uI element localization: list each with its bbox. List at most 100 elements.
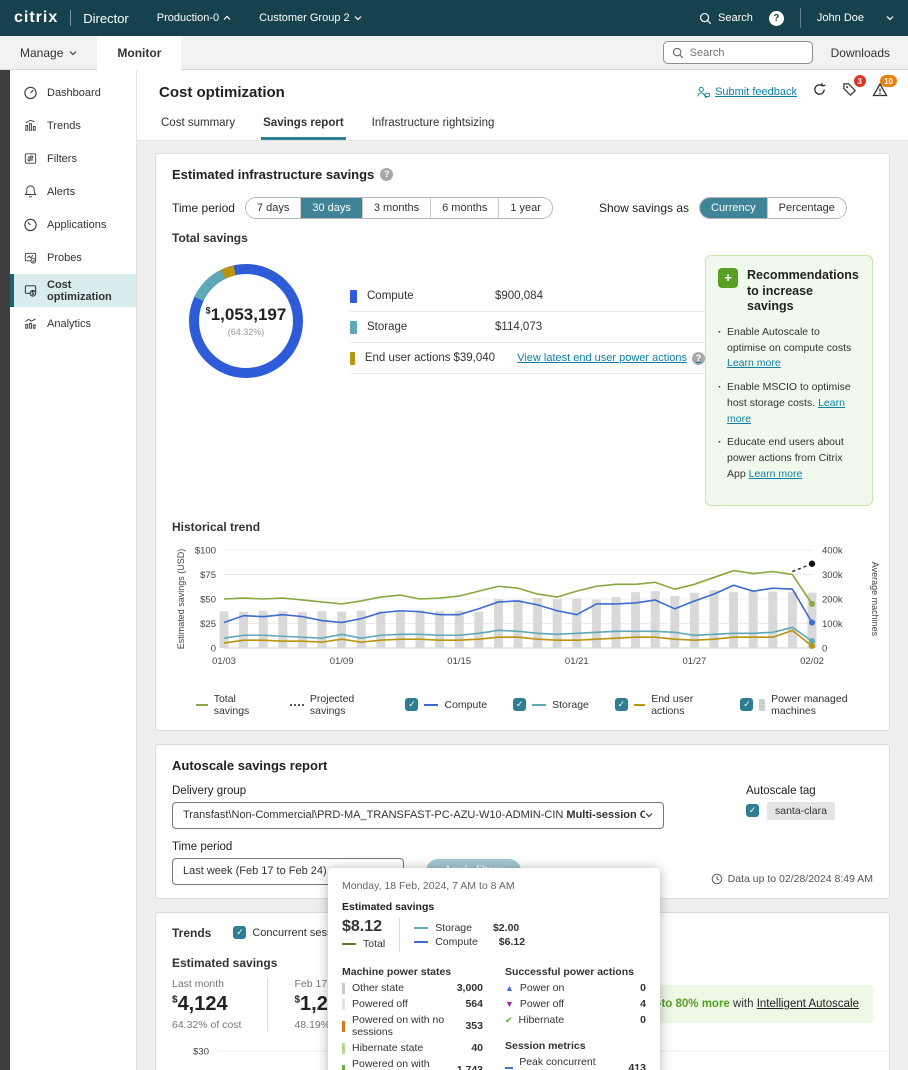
divider — [800, 8, 801, 28]
legend-row-storage: Storage $114,073 — [350, 312, 705, 343]
tags-button[interactable]: 3 — [842, 82, 857, 102]
tab-cost-summary[interactable]: Cost summary — [159, 113, 237, 140]
tooltip-machine-power-states: Machine power states Other state3,000 Po… — [342, 964, 483, 1070]
chevron-up-icon — [223, 14, 231, 22]
sidebar-item-cost-optimization[interactable]: $ Cost optimization — [10, 274, 136, 307]
delivery-group-select[interactable]: Transfast\Non-Commercial\PRD-MA_TRANSFAS… — [172, 802, 664, 829]
trends-label: Trends — [172, 926, 211, 940]
search-input[interactable] — [690, 47, 790, 59]
chart-tooltip: Monday, 18 Feb, 2024, 7 AM to 8 AM Estim… — [328, 868, 660, 1070]
cost-optimization-icon: $ — [23, 283, 38, 298]
mode-currency[interactable]: Currency — [700, 198, 768, 218]
savings-mode-segmented: Currency Percentage — [699, 197, 847, 219]
chevron-down-icon — [645, 811, 653, 819]
tag-checkbox[interactable]: ✓ — [746, 804, 759, 817]
customer-group-selector[interactable]: Customer Group 2 — [259, 12, 361, 24]
refresh-button[interactable] — [812, 82, 827, 102]
checkbox-checked-icon: ✓ — [740, 698, 753, 711]
sidebar-item-alerts[interactable]: Alerts — [10, 175, 136, 208]
svg-text:$75: $75 — [200, 570, 216, 581]
period-6-months[interactable]: 6 months — [431, 198, 499, 218]
period-1-year[interactable]: 1 year — [499, 198, 552, 218]
period-7-days[interactable]: 7 days — [246, 198, 301, 218]
svg-text:01/27: 01/27 — [683, 656, 707, 667]
user-menu[interactable]: John Doe — [817, 12, 894, 24]
environment-label: Production-0 — [157, 12, 219, 24]
infra-card-title: Estimated infrastructure savings — [172, 167, 374, 182]
trends-icon — [23, 118, 38, 133]
user-name: John Doe — [817, 12, 864, 24]
search-icon — [699, 12, 712, 25]
intelligent-autoscale-link[interactable]: Intelligent Autoscale — [757, 998, 859, 1010]
global-search-button[interactable]: Search — [699, 12, 753, 25]
svg-text:0: 0 — [822, 643, 827, 654]
tag-chip[interactable]: santa-clara — [767, 802, 835, 820]
time-period-label: Time period — [172, 841, 873, 853]
submit-feedback-link[interactable]: Submit feedback — [696, 86, 797, 99]
sidebar-item-trends[interactable]: Trends — [10, 109, 136, 142]
recommendation-item: Educate end users about power actions fr… — [718, 435, 860, 482]
recommendation-icon: + — [718, 268, 738, 288]
donut-value: 1,053,197 — [211, 305, 287, 324]
time-period-segmented: 7 days 30 days 3 months 6 months 1 year — [245, 197, 553, 219]
legend-compute-checkbox[interactable]: ✓Compute — [405, 698, 487, 711]
total-savings-donut[interactable]: $1,053,197 (64.32%) — [180, 255, 312, 387]
checkbox-checked-icon: ✓ — [615, 698, 628, 711]
secondary-header: Manage Monitor Downloads — [0, 36, 908, 70]
search-icon — [672, 47, 684, 59]
search-label: Search — [718, 12, 753, 24]
recommendation-item: Enable Autoscale to optimise on compute … — [718, 325, 860, 372]
tooltip-date: Monday, 18 Feb, 2024, 7 AM to 8 AM — [342, 880, 646, 892]
period-30-days[interactable]: 30 days — [301, 198, 363, 218]
tab-infrastructure-rightsizing[interactable]: Infrastructure rightsizing — [370, 113, 497, 140]
learn-more-link[interactable]: Learn more — [749, 468, 803, 480]
legend-power-managed-checkbox[interactable]: ✓Power managed machines — [740, 693, 873, 717]
legend-row-end-user-actions: End user actions $39,040 View latest end… — [350, 343, 705, 374]
legend-end-user-checkbox[interactable]: ✓End user actions — [615, 693, 714, 717]
sidebar: Dashboard Trends Filters Alerts Applicat… — [10, 70, 137, 1070]
svg-text:100k: 100k — [822, 619, 843, 630]
info-icon[interactable]: ? — [692, 352, 705, 365]
monitor-label: Monitor — [117, 46, 161, 60]
refresh-icon — [812, 82, 827, 97]
svg-text:$30: $30 — [193, 1046, 209, 1057]
page-tabs: Cost summary Savings report Infrastructu… — [159, 113, 888, 140]
tooltip-session-metrics-title: Session metrics — [505, 1040, 646, 1052]
citrix-logo: citrix — [14, 9, 58, 27]
downloads-link[interactable]: Downloads — [831, 46, 890, 60]
environment-selector[interactable]: Production-0 — [157, 12, 231, 24]
alerts-button[interactable]: 10 — [872, 82, 888, 102]
legend-row-compute: Compute $900,084 — [350, 281, 705, 312]
tooltip-savings-title: Estimated savings — [342, 901, 646, 913]
compute-swatch — [350, 290, 357, 303]
view-power-actions-link[interactable]: View latest end user power actions ? — [517, 352, 705, 365]
feedback-icon — [696, 86, 710, 99]
svg-text:$: $ — [31, 291, 34, 297]
customer-group-label: Customer Group 2 — [259, 12, 349, 24]
tab-monitor[interactable]: Monitor — [97, 36, 181, 70]
svg-text:$25: $25 — [200, 619, 216, 630]
svg-text:400k: 400k — [822, 545, 843, 556]
help-icon[interactable]: ? — [769, 11, 784, 26]
sidebar-item-analytics[interactable]: Analytics — [10, 307, 136, 340]
sidebar-item-applications[interactable]: Applications — [10, 208, 136, 241]
legend-storage-checkbox[interactable]: ✓Storage — [513, 698, 589, 711]
info-icon[interactable]: ? — [380, 168, 393, 181]
svg-text:200k: 200k — [822, 594, 843, 605]
show-savings-label: Show savings as — [599, 201, 689, 215]
learn-more-link[interactable]: Learn more — [727, 357, 781, 369]
mode-percentage[interactable]: Percentage — [768, 198, 846, 218]
recommendations-box: + Recommendations to increase savings En… — [705, 255, 873, 506]
tab-savings-report[interactable]: Savings report — [261, 113, 346, 140]
tab-manage[interactable]: Manage — [0, 36, 97, 70]
historical-trend-label: Historical trend — [172, 520, 873, 534]
sidebar-item-probes[interactable]: Probes — [10, 241, 136, 274]
historical-trend-chart[interactable]: $100$75$50$250400k300k200k100k001/0301/0… — [172, 538, 892, 686]
analytics-icon — [23, 316, 38, 331]
sidebar-item-dashboard[interactable]: Dashboard — [10, 76, 136, 109]
autoscale-card-title: Autoscale savings report — [172, 758, 327, 773]
period-3-months[interactable]: 3 months — [363, 198, 431, 218]
chevron-down-icon — [354, 14, 362, 22]
sidebar-item-filters[interactable]: Filters — [10, 142, 136, 175]
stat-last-month: Last month $4,124 64.32% of cost — [172, 978, 267, 1031]
